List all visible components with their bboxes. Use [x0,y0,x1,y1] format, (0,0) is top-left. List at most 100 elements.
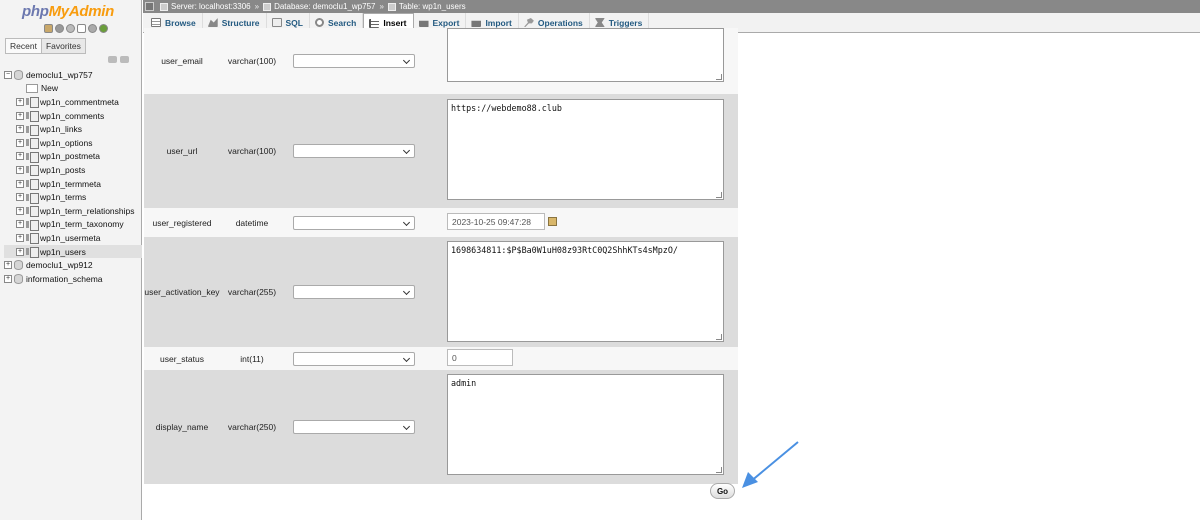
table-icon [26,124,39,136]
field-row-user-url: user_url varchar(100) https://webdemo88.cl… [144,94,738,208]
expand-icon[interactable]: + [16,179,24,188]
field-row-user-email: user_email varchar(100) [144,28,738,94]
expand-icon[interactable]: + [16,220,24,229]
tab-label: Structure [221,17,260,28]
tree-table[interactable]: + wp1n_terms [4,190,142,204]
tree-table[interactable]: + wp1n_comments [4,109,142,123]
function-select[interactable] [293,285,415,299]
table-icon [26,192,39,204]
collapse-nav-icon[interactable] [145,2,154,11]
expand-icon[interactable]: + [16,125,24,134]
tree-database[interactable]: + information_schema [4,272,142,286]
expand-icon[interactable]: + [16,111,24,120]
column-name: user_status [160,354,204,364]
annotation-arrow-icon [742,441,799,488]
tree-item-label: wp1n_posts [40,164,86,175]
column-name: user_email [161,56,203,66]
function-select[interactable] [293,54,415,68]
tree-table[interactable]: + wp1n_posts [4,163,142,177]
expand-icon[interactable]: + [16,152,24,161]
tree-item-label: wp1n_options [40,137,93,148]
tree-table[interactable]: + wp1n_term_taxonomy [4,218,142,232]
tree-table[interactable]: + wp1n_users [4,244,142,259]
tree-table[interactable]: + wp1n_postmeta [4,150,142,164]
table-icon [387,2,396,11]
table-icon [26,247,39,259]
field-row-user-registered: user_registered datetime 2023-10-25 09:47:… [144,208,738,237]
tree-table[interactable]: + wp1n_term_relationships [4,204,142,218]
structure-icon [207,18,218,27]
function-select[interactable] [293,420,415,434]
tree-item-label: wp1n_commentmeta [40,96,119,107]
table-icon [26,219,39,231]
expand-icon[interactable]: + [4,274,12,283]
tree-table[interactable]: + wp1n_options [4,136,142,150]
tree-item-label: information_schema [26,273,103,284]
expand-icon[interactable]: + [16,247,24,256]
expand-icon[interactable]: + [4,261,12,270]
breadcrumb-server[interactable]: Server: localhost:3306 [171,2,251,11]
tab-favorites[interactable]: Favorites [41,38,86,54]
tab-label: Import [485,17,512,28]
tree-item-label: democlu1_wp757 [26,69,93,80]
reload-icon[interactable] [99,24,108,33]
database-icon [14,69,23,80]
table-icon [26,111,39,123]
tree-table[interactable]: + wp1n_links [4,122,142,136]
value-textarea[interactable]: https://webdemo88.club [447,99,724,200]
collapse-icon[interactable]: − [4,70,12,79]
value-textarea[interactable] [447,28,724,82]
value-input[interactable]: 0 [447,349,513,366]
field-row-user-activation-key: user_activation_key varchar(255) 169863481… [144,237,738,347]
database-tree: − democlu1_wp757 New + wp1n_commentmeta + wp1n… [4,68,142,286]
expand-icon[interactable]: + [16,165,24,174]
table-icon [26,179,39,191]
import-icon [471,20,482,27]
breadcrumb-database[interactable]: Database: democlu1_wp757 [274,2,375,11]
function-select[interactable] [293,144,415,158]
value-input[interactable]: 2023-10-25 09:47:28 [447,213,545,230]
tree-table[interactable]: + wp1n_termmeta [4,177,142,191]
docs-icon[interactable] [77,24,86,33]
expand-icon[interactable]: + [16,233,24,242]
tree-database[interactable]: + democlu1_wp912 [4,258,142,272]
value-textarea[interactable]: admin [447,374,724,475]
table-icon [26,165,39,177]
breadcrumb-separator: » [254,2,260,11]
operations-icon [523,18,534,27]
tree-table[interactable]: + wp1n_commentmeta [4,95,142,109]
phpmyadmin-logo[interactable]: phpMyAdmin [22,3,114,20]
help-icon[interactable] [66,24,75,33]
collapse-all-icon[interactable] [108,56,117,63]
calendar-icon[interactable] [548,217,557,226]
link-icon[interactable] [120,56,129,63]
tab-recent[interactable]: Recent [5,38,42,54]
exit-icon[interactable] [55,24,64,33]
field-row-user-status: user_status int(11) 0 [144,347,738,370]
settings-icon[interactable] [88,24,97,33]
go-button[interactable]: Go [710,483,735,499]
function-select[interactable] [293,352,415,366]
table-icon [26,233,39,245]
expand-icon[interactable]: + [16,97,24,106]
browse-icon [151,18,161,27]
database-icon [263,2,272,11]
breadcrumb-separator: » [379,2,384,11]
tree-database[interactable]: − democlu1_wp757 [4,68,142,82]
tab-label: Insert [383,18,407,28]
database-icon [14,260,23,271]
tree-table[interactable]: + wp1n_usermeta [4,231,142,245]
value-textarea[interactable]: 1698634811:$P$Ba0W1uH08z93RtC0Q2ShhKTs4s… [447,241,724,342]
tree-item-label: wp1n_terms [40,192,87,203]
breadcrumb-table[interactable]: Table: wp1n_users [399,2,466,11]
expand-icon[interactable]: + [16,193,24,202]
tree-new-table[interactable]: New [4,82,142,96]
tab-label: Browse [165,17,196,28]
home-icon[interactable] [44,24,53,33]
tree-item-label: democlu1_wp912 [26,260,93,271]
expand-icon[interactable]: + [16,138,24,147]
function-select[interactable] [293,216,415,230]
column-type: varchar(250) [227,422,277,432]
tree-item-label: New [41,83,59,94]
expand-icon[interactable]: + [16,206,24,215]
